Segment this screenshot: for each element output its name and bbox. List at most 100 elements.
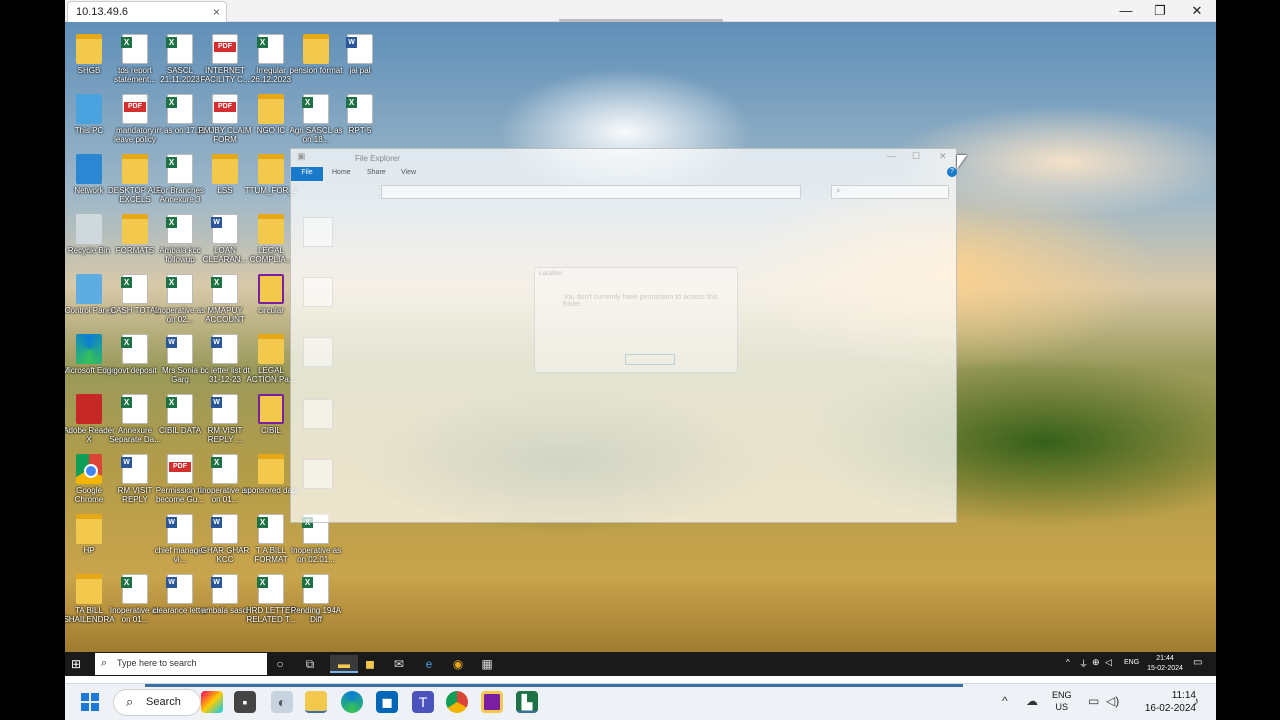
tab-file[interactable]: File bbox=[291, 167, 323, 181]
local-clock[interactable]: 11:14 16-02-2024 bbox=[1145, 689, 1196, 715]
ghost-item-icon bbox=[303, 277, 333, 307]
winrar-icon bbox=[258, 274, 284, 304]
file-explorer-window[interactable]: ▣ File Explorer — ☐ ✕ File Home Share Vi… bbox=[290, 148, 957, 523]
folder-icon bbox=[258, 154, 284, 184]
store-icon[interactable]: ◼ bbox=[376, 691, 398, 713]
notification-bell-icon[interactable]: ♪ bbox=[1193, 694, 1199, 708]
explorer-title: File Explorer bbox=[355, 154, 400, 163]
task-view-icon[interactable]: ▪ bbox=[234, 691, 256, 713]
ghost-item-icon bbox=[303, 459, 333, 489]
windows-11-start-icon[interactable] bbox=[81, 693, 99, 711]
remote-session-tab[interactable]: 10.13.49.6 × bbox=[67, 1, 227, 22]
winrar-icon bbox=[258, 394, 284, 424]
desktop-icon-label: Pending 194A Diff bbox=[290, 606, 342, 624]
language-indicator[interactable]: ENG bbox=[1124, 659, 1139, 666]
pdf-icon bbox=[212, 34, 238, 64]
folder-icon bbox=[122, 154, 148, 184]
remote-desktop-icon[interactable]: ▙ bbox=[516, 691, 538, 713]
adobe-icon bbox=[76, 394, 102, 424]
word-icon bbox=[211, 574, 238, 604]
excel-icon bbox=[257, 514, 284, 544]
tab-view[interactable]: View bbox=[401, 169, 416, 176]
word-icon bbox=[121, 454, 148, 484]
notification-icon[interactable]: ▭ bbox=[1193, 657, 1202, 668]
tab-close-icon[interactable]: × bbox=[213, 5, 220, 19]
chrome-taskbar-icon[interactable]: ◉ bbox=[449, 655, 467, 673]
mail-icon[interactable]: ✉ bbox=[390, 655, 408, 673]
desktop-icon-label: Inoperative as on 02.01... bbox=[290, 546, 342, 564]
folder-icon bbox=[258, 454, 284, 484]
explorer-search-icon: ⌕ bbox=[836, 186, 841, 195]
close-button[interactable]: ✕ bbox=[1182, 2, 1212, 20]
teams-icon[interactable]: T bbox=[412, 691, 434, 713]
desktop-icon[interactable]: RPT-5 bbox=[332, 94, 388, 144]
search-placeholder: Type here to search bbox=[117, 658, 197, 668]
folder-icon bbox=[76, 514, 102, 544]
screen-frame: 10.13.49.6 × — ❐ ✕ SHGBtds report statem… bbox=[65, 0, 1216, 720]
excel-icon bbox=[166, 214, 193, 244]
store-icon[interactable]: ◼ bbox=[361, 655, 379, 673]
remote-date: 15-02-2024 bbox=[1147, 665, 1183, 672]
word-icon bbox=[166, 574, 193, 604]
excel-icon bbox=[211, 274, 238, 304]
tab-home[interactable]: Home bbox=[332, 169, 351, 176]
access-denied-dialog[interactable]: Location You don't currently have permis… bbox=[534, 267, 738, 373]
word-icon bbox=[346, 34, 373, 64]
help-icon[interactable]: ? bbox=[947, 167, 957, 177]
bin-icon bbox=[76, 214, 102, 244]
explorer-maximize-icon[interactable]: ☐ bbox=[912, 151, 920, 162]
explorer-search-box[interactable]: ⌕ bbox=[831, 185, 949, 199]
remote-session-tab-strip: 10.13.49.6 × — ❐ ✕ bbox=[65, 0, 1216, 22]
edge-icon[interactable] bbox=[341, 691, 363, 713]
minimize-button[interactable]: — bbox=[1111, 2, 1141, 20]
copilot-icon[interactable] bbox=[201, 691, 223, 713]
network-icon[interactable]: ⊕ bbox=[1092, 657, 1100, 668]
winrar-icon[interactable] bbox=[481, 691, 503, 713]
excel-icon bbox=[257, 574, 284, 604]
desktop-icon[interactable]: jai pal bbox=[332, 34, 388, 84]
ghost-item-icon bbox=[303, 217, 333, 247]
calculator-icon[interactable]: ▦ bbox=[478, 655, 496, 673]
tray-chevron-icon[interactable]: ^ bbox=[1066, 658, 1070, 667]
file-explorer-taskbar-icon[interactable]: ▬ bbox=[330, 655, 358, 673]
cloud-offline-icon[interactable]: ☁ bbox=[1026, 694, 1038, 708]
excel-icon bbox=[257, 34, 284, 64]
excel-icon bbox=[166, 94, 193, 124]
internet-explorer-icon[interactable]: e bbox=[420, 655, 438, 673]
cortana-icon[interactable]: ○ bbox=[271, 655, 289, 673]
explorer-close-icon[interactable]: ✕ bbox=[939, 151, 947, 162]
tray-chevron-icon[interactable]: ^ bbox=[1002, 694, 1008, 708]
tab-title: 10.13.49.6 bbox=[76, 6, 128, 18]
speaker-icon[interactable]: ◁) bbox=[1106, 694, 1119, 708]
local-search-box[interactable]: ⌕ Search bbox=[113, 689, 201, 716]
pdf-icon bbox=[212, 94, 238, 124]
desktop-icon[interactable]: Pending 194A Diff bbox=[288, 574, 344, 624]
desktop-icon-label: HP bbox=[83, 546, 95, 555]
remote-taskbar: ⊞ ⌕ Type here to search ○ ⧉ ▬ ◼ ✉ e ◉ ▦ … bbox=[65, 652, 1216, 676]
local-date: 16-02-2024 bbox=[1144, 703, 1196, 714]
explorer-ribbon-tabs: File Home Share View ? bbox=[291, 167, 957, 181]
restore-button[interactable]: ❐ bbox=[1145, 2, 1175, 20]
desktop-icon[interactable]: HP bbox=[65, 514, 117, 564]
windows-start-icon[interactable]: ⊞ bbox=[71, 657, 85, 671]
volume-icon[interactable]: ◁ bbox=[1105, 657, 1112, 668]
tab-share[interactable]: Share bbox=[367, 169, 386, 176]
chrome-icon[interactable] bbox=[446, 691, 468, 713]
file-explorer-icon[interactable] bbox=[305, 691, 327, 713]
network-icon bbox=[76, 154, 102, 184]
excel-icon bbox=[121, 274, 148, 304]
dialog-message: You don't currently have permission to a… bbox=[563, 294, 718, 308]
word-icon bbox=[166, 334, 193, 364]
excel-icon bbox=[166, 394, 193, 424]
usb-icon[interactable]: ⏚ bbox=[1079, 657, 1088, 670]
display-icon[interactable]: ▭ bbox=[1088, 694, 1099, 708]
remote-search-box[interactable]: ⌕ Type here to search bbox=[95, 653, 267, 675]
task-view-icon[interactable]: ⧉ bbox=[301, 655, 319, 673]
remote-clock[interactable]: 21:44 15-02-2024 bbox=[1140, 654, 1190, 674]
local-language-indicator[interactable]: ENG US bbox=[1052, 689, 1072, 713]
explorer-address-bar[interactable] bbox=[381, 185, 801, 199]
dialog-continue-button[interactable] bbox=[625, 354, 675, 365]
explorer-minimize-icon[interactable]: — bbox=[887, 151, 896, 161]
word-icon bbox=[211, 214, 238, 244]
app-icon[interactable]: ◐ bbox=[271, 691, 293, 713]
